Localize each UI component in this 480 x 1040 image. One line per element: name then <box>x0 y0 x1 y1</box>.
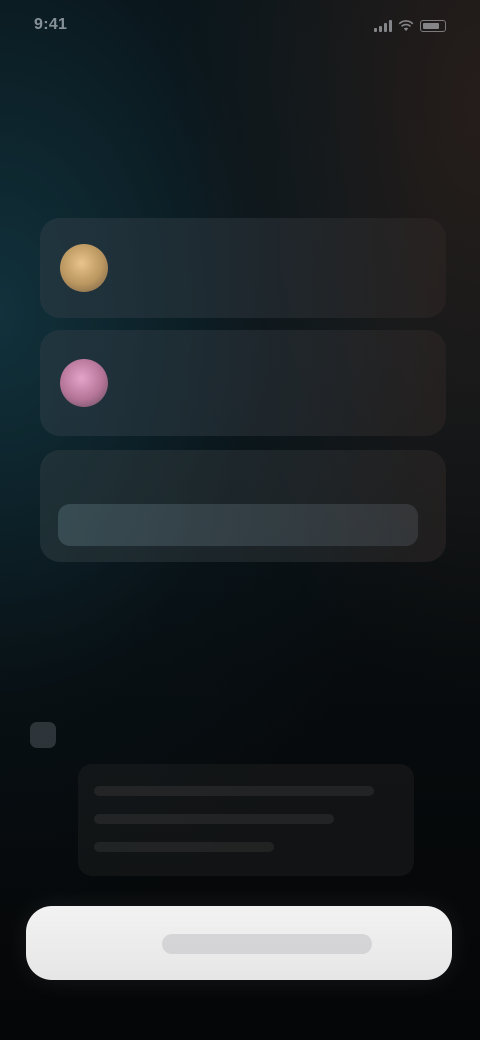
placeholder-line <box>94 786 374 796</box>
section-card <box>78 764 414 876</box>
status-time: 9:41 <box>34 16 68 33</box>
button-label-placeholder <box>162 934 372 954</box>
option-card-2[interactable] <box>40 330 446 436</box>
circle-pink-icon <box>60 359 108 407</box>
status-bar: 9:41 <box>0 0 480 56</box>
wifi-icon <box>398 20 414 31</box>
placeholder-line <box>94 814 334 824</box>
section-row[interactable] <box>28 718 442 752</box>
screen: 9:41 <box>0 0 480 1040</box>
cellular-signal-icon <box>374 20 392 32</box>
section-icon <box>30 722 56 748</box>
option-card-1[interactable] <box>40 218 446 318</box>
battery-icon <box>420 20 446 32</box>
info-card <box>40 450 446 562</box>
placeholder-line <box>94 842 274 852</box>
info-card-body <box>58 504 418 546</box>
circle-gold-icon <box>60 244 108 292</box>
status-icons <box>374 20 446 32</box>
primary-action-button[interactable] <box>26 906 452 980</box>
